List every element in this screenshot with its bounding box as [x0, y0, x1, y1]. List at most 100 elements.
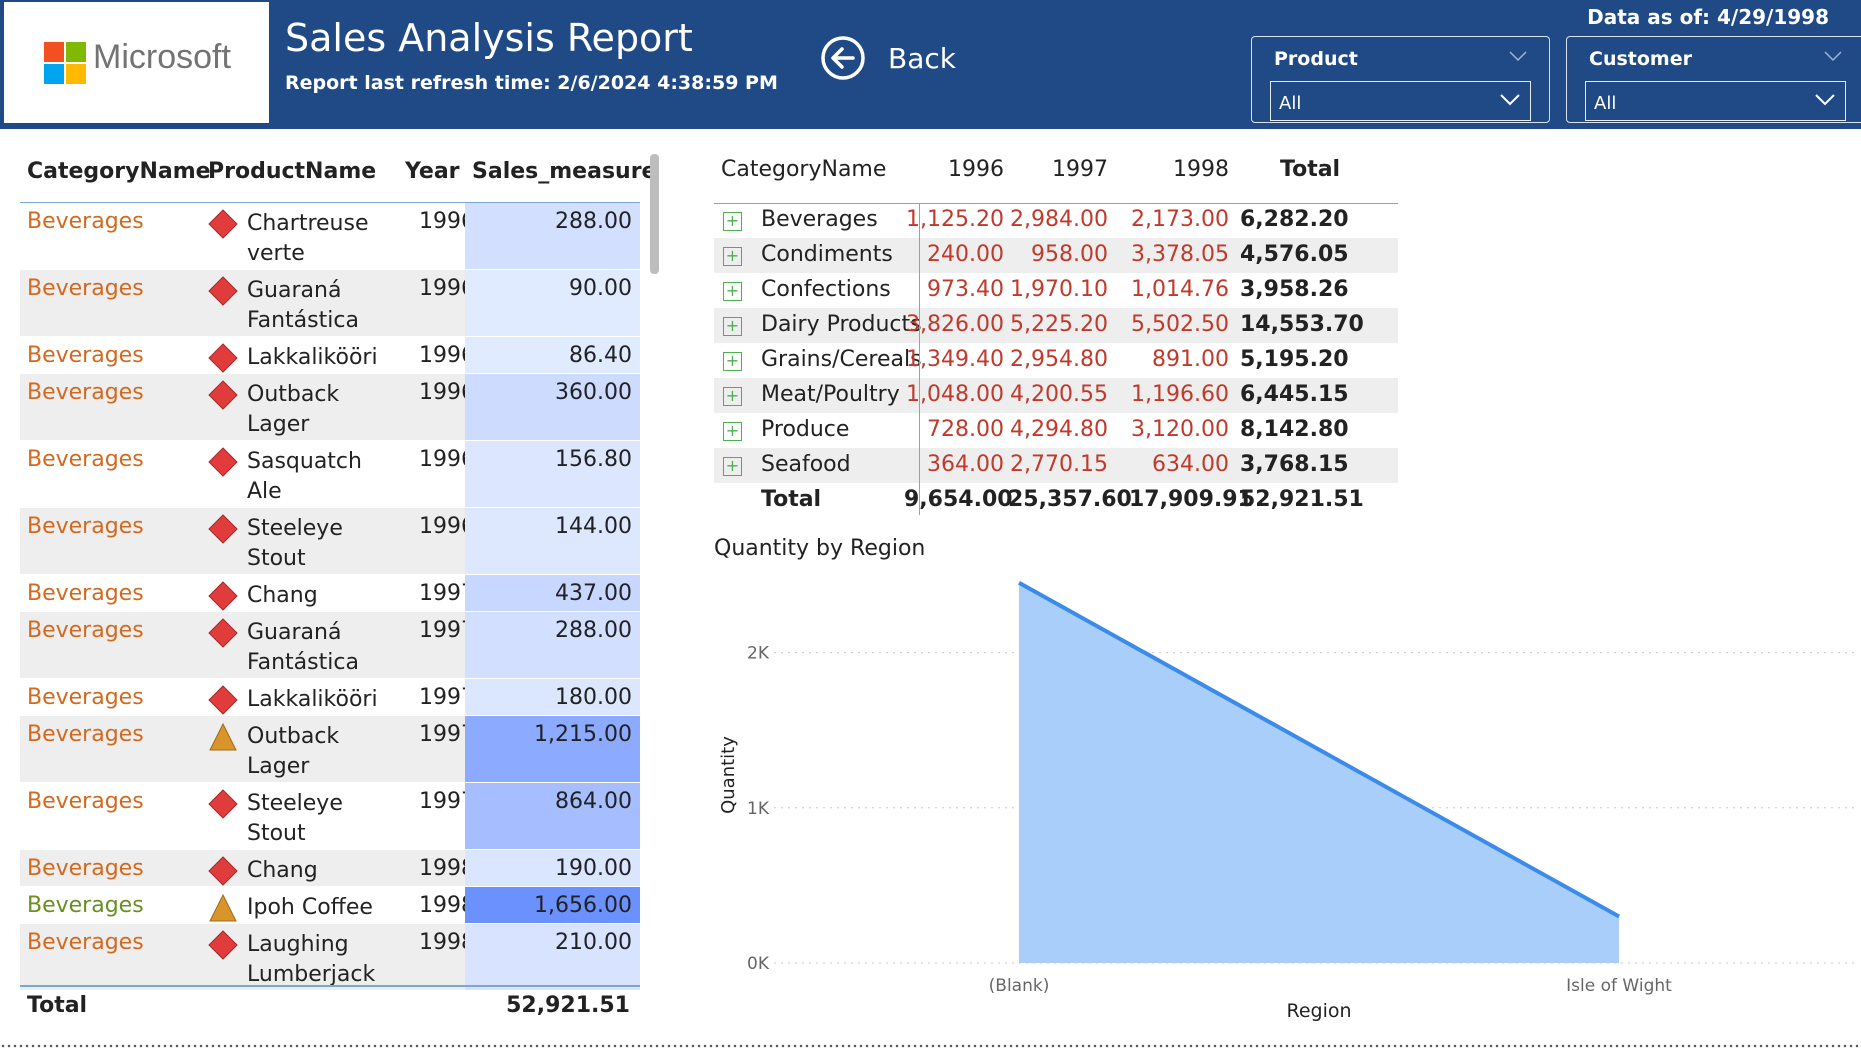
product-cell: Laughing Lumberjack: [247, 932, 376, 987]
table-total-row: Total 52,921.51: [20, 985, 640, 1025]
sales-table: CategoryName ProductName Year Sales_meas…: [20, 145, 656, 991]
matrix-header-1998[interactable]: 1998: [1159, 157, 1229, 182]
sales-cell: 1,215.00: [465, 716, 640, 782]
back-arrow-icon: [821, 36, 865, 80]
table-scrollbar[interactable]: [650, 154, 659, 274]
customer-dropdown[interactable]: All: [1585, 81, 1846, 121]
sales-value: 864.00: [555, 789, 632, 814]
matrix-total-row[interactable]: Total 9,654.00 25,357.60 17,909.91 52,921.51: [714, 483, 1398, 518]
year-cell: 1997: [419, 789, 475, 814]
microsoft-squares-icon: [44, 42, 86, 84]
matrix-row[interactable]: + Grains/Cereals 1,349.40 2,954.80 891.00 5,1…: [714, 343, 1398, 378]
table-row[interactable]: Beverages Outback Lager 1997 1,215.00: [20, 716, 640, 783]
table-row[interactable]: Beverages Steeleye Stout 1997 864.00: [20, 783, 640, 850]
amber-triangle-icon: [208, 722, 238, 752]
sales-value: 1,656.00: [534, 893, 632, 918]
matrix-header-total[interactable]: Total: [1280, 157, 1340, 182]
refresh-time: Report last refresh time: 2/6/2024 4:38:…: [285, 72, 778, 94]
matrix-value: 2,770.15: [1010, 452, 1108, 477]
expand-icon[interactable]: +: [723, 422, 742, 441]
matrix-header-category[interactable]: CategoryName: [721, 157, 886, 182]
table-row[interactable]: Beverages Steeleye Stout 1996 144.00: [20, 508, 640, 575]
product-cell: Chang: [247, 858, 318, 883]
table-row[interactable]: Beverages Laughing Lumberjack 1998 210.00: [20, 924, 640, 991]
matrix-row-total: 6,445.15: [1240, 382, 1349, 407]
column-header-sales[interactable]: Sales_measure: [472, 159, 656, 184]
product-dropdown[interactable]: All: [1270, 81, 1531, 121]
category-cell: Beverages: [27, 343, 144, 368]
expand-icon[interactable]: +: [723, 247, 742, 266]
category-cell: Beverages: [27, 276, 144, 301]
expand-icon[interactable]: +: [723, 457, 742, 476]
matrix-row[interactable]: + Confections 973.40 1,970.10 1,014.76 3,958.…: [714, 273, 1398, 308]
category-cell: Beverages: [27, 685, 144, 710]
chevron-down-icon[interactable]: [1509, 50, 1527, 62]
table-row[interactable]: Beverages Guaraná Fantástica 1997 288.00: [20, 612, 640, 679]
table-row[interactable]: Beverages Lakkalikööri 1996 86.40: [20, 337, 640, 374]
expand-icon[interactable]: +: [723, 317, 742, 336]
product-cell: Outback Lager: [247, 382, 340, 437]
total-value: 52,921.51: [506, 993, 630, 1018]
chevron-down-icon[interactable]: [1815, 92, 1835, 106]
table-row[interactable]: Beverages Outback Lager 1996 360.00: [20, 374, 640, 441]
column-header-category[interactable]: CategoryName: [27, 159, 211, 184]
back-label: Back: [888, 41, 956, 75]
matrix-row-total: 6,282.20: [1240, 207, 1349, 232]
table-row[interactable]: Beverages Lakkalikööri 1997 180.00: [20, 679, 640, 716]
table-row[interactable]: Beverages Chang 1998 190.00: [20, 850, 640, 887]
table-row[interactable]: Beverages Guaraná Fantástica 1996 90.00: [20, 270, 640, 337]
matrix-row[interactable]: + Condiments 240.00 958.00 3,378.05 4,576.05: [714, 238, 1398, 273]
red-diamond-icon: [208, 618, 238, 648]
y-tick-label: 0K: [747, 954, 770, 974]
column-header-year[interactable]: Year: [405, 159, 460, 184]
matrix-row[interactable]: + Beverages 1,125.20 2,984.00 2,173.00 6,282.…: [714, 203, 1398, 238]
sales-cell: 86.40: [465, 337, 640, 373]
year-cell: 1996: [419, 343, 475, 368]
year-cell: 1996: [419, 514, 475, 539]
category-cell: Beverages: [27, 380, 144, 405]
matrix-value: 5,225.20: [1010, 312, 1108, 337]
year-cell: 1997: [419, 581, 475, 606]
chevron-down-icon[interactable]: [1500, 92, 1520, 106]
matrix-row[interactable]: + Produce 728.00 4,294.80 3,120.00 8,142.80: [714, 413, 1398, 448]
product-cell: Outback Lager: [247, 724, 340, 779]
expand-icon[interactable]: +: [723, 282, 742, 301]
product-cell: Ipoh Coffee: [247, 895, 373, 920]
table-header: CategoryName ProductName Year Sales_meas…: [20, 145, 656, 203]
category-cell: Beverages: [27, 856, 144, 881]
x-tick-label: (Blank): [989, 976, 1050, 996]
matrix-header-1996[interactable]: 1996: [929, 157, 1004, 182]
matrix-row[interactable]: + Seafood 364.00 2,770.15 634.00 3,768.15: [714, 448, 1398, 483]
matrix-value: 891.00: [1152, 347, 1229, 372]
table-row[interactable]: Beverages Ipoh Coffee 1998 1,656.00: [20, 887, 640, 924]
customer-dropdown-value: All: [1594, 93, 1617, 114]
expand-icon[interactable]: +: [723, 387, 742, 406]
category-cell: Beverages: [27, 447, 144, 472]
table-row[interactable]: Beverages Sasquatch Ale 1996 156.80: [20, 441, 640, 508]
total-label: Total: [27, 993, 88, 1018]
chevron-down-icon[interactable]: [1824, 50, 1842, 62]
year-cell: 1998: [419, 930, 475, 955]
back-button[interactable]: Back: [820, 34, 956, 82]
product-cell: Steeleye Stout: [247, 516, 343, 571]
table-row[interactable]: Beverages Chang 1997 437.00: [20, 575, 640, 612]
table-row[interactable]: Beverages Chartreuse verte 1996 288.00: [20, 203, 640, 270]
sales-value: 180.00: [555, 685, 632, 710]
category-cell: Beverages: [27, 789, 144, 814]
sales-value: 210.00: [555, 930, 632, 955]
red-diamond-icon: [208, 276, 238, 306]
area-fill: [1019, 582, 1619, 963]
expand-icon[interactable]: +: [723, 352, 742, 371]
matrix-value: 5,502.50: [1131, 312, 1229, 337]
matrix-value: 1,014.76: [1131, 277, 1229, 302]
customer-slicer[interactable]: Customer All: [1566, 36, 1861, 123]
column-header-product[interactable]: ProductName: [208, 159, 376, 184]
matrix-row[interactable]: + Dairy Products 3,826.00 5,225.20 5,502.50 1…: [714, 308, 1398, 343]
expand-icon[interactable]: +: [723, 212, 742, 231]
matrix-header-1997[interactable]: 1997: [1038, 157, 1108, 182]
matrix-row[interactable]: + Meat/Poultry 1,048.00 4,200.55 1,196.60 6,4…: [714, 378, 1398, 413]
logo-text: Microsoft: [93, 38, 231, 76]
red-diamond-icon: [208, 789, 238, 819]
year-cell: 1996: [419, 447, 475, 472]
product-slicer[interactable]: Product All: [1251, 36, 1550, 123]
